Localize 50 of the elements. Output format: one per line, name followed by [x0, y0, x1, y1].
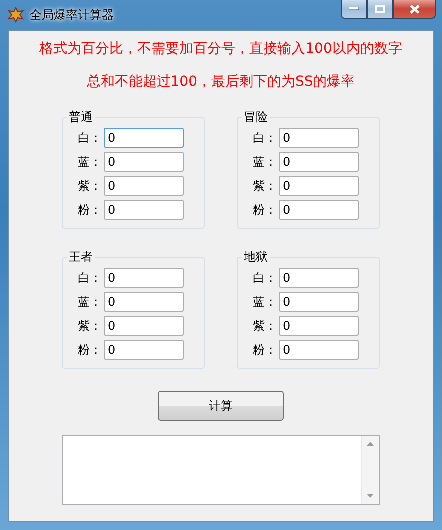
group-title: 普通 [68, 109, 94, 126]
field-label: 粉： [253, 342, 277, 358]
input-field[interactable]: 0 [279, 128, 359, 148]
close-icon [410, 4, 420, 14]
input-field[interactable]: 0 [279, 268, 359, 288]
field-label: 粉： [253, 202, 277, 218]
field-label: 白： [78, 130, 102, 146]
input-field[interactable]: 0 [279, 176, 359, 196]
group-title: 冒险 [243, 109, 269, 126]
maximize-button[interactable] [367, 0, 393, 19]
minimize-button[interactable] [341, 0, 367, 19]
input-field[interactable]: 0 [104, 176, 184, 196]
input-field[interactable]: 0 [279, 152, 359, 172]
field-label: 紫： [253, 318, 277, 334]
field-label: 白： [78, 270, 102, 286]
input-field[interactable]: 0 [104, 200, 184, 220]
input-field[interactable]: 0 [104, 128, 184, 148]
instruction-text: 格式为百分比，不需要加百分号，直接输入100以内的数字 [40, 40, 402, 59]
scroll-down-icon [367, 494, 374, 498]
field-label: 紫： [78, 318, 102, 334]
input-field[interactable]: 0 [279, 316, 359, 336]
calculate-button[interactable]: 计算 [158, 391, 284, 421]
input-field[interactable]: 0 [279, 292, 359, 312]
maximize-icon [375, 5, 385, 13]
field-label: 白： [253, 130, 277, 146]
field-label: 蓝： [253, 294, 277, 310]
app-logo-icon [8, 7, 24, 23]
field-label: 白： [253, 270, 277, 286]
field-label: 紫： [78, 178, 102, 194]
field-label: 蓝： [253, 154, 277, 170]
input-field[interactable]: 0 [104, 152, 184, 172]
field-label: 紫： [253, 178, 277, 194]
field-label: 粉： [78, 342, 102, 358]
group-title: 地狱 [243, 249, 269, 266]
field-label: 粉： [78, 202, 102, 218]
input-field[interactable]: 0 [279, 340, 359, 360]
scroll-up-icon [367, 442, 374, 446]
scrollbar[interactable] [361, 436, 379, 504]
window-title: 全局爆率计算器 [30, 6, 114, 24]
field-label: 蓝： [78, 294, 102, 310]
instruction-text: 总和不能超过100，最后剩下的为SS的爆率 [86, 73, 356, 92]
input-field[interactable]: 0 [104, 316, 184, 336]
field-label: 蓝： [78, 154, 102, 170]
input-field[interactable]: 0 [104, 268, 184, 288]
input-field[interactable]: 0 [279, 200, 359, 220]
close-button[interactable] [393, 0, 436, 19]
input-field[interactable]: 0 [104, 340, 184, 360]
input-field[interactable]: 0 [104, 292, 184, 312]
group-title: 王者 [68, 249, 94, 266]
minimize-icon [349, 7, 359, 11]
